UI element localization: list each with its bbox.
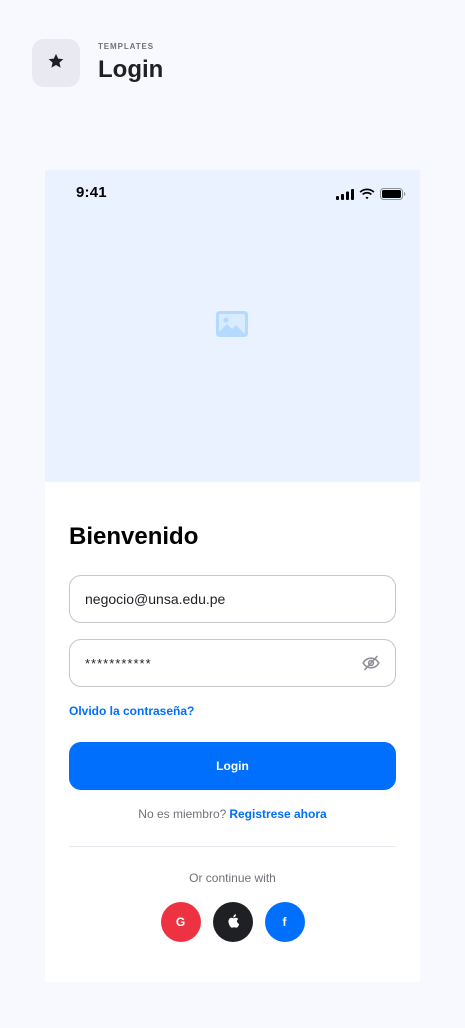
register-prompt-text: No es miembro? — [138, 807, 227, 821]
forgot-password-link[interactable]: Olvido la contraseña? — [69, 703, 194, 719]
wifi-icon — [359, 187, 375, 205]
page-header: TEMPLATES Login — [32, 39, 163, 87]
divider — [69, 846, 396, 847]
status-time: 9:41 — [76, 184, 107, 201]
status-icons — [336, 187, 406, 205]
facebook-login-button[interactable]: f — [264, 902, 305, 942]
header-kicker: TEMPLATES — [98, 42, 154, 51]
header-badge — [32, 39, 80, 87]
google-login-button[interactable]: G — [160, 902, 201, 942]
header-text: TEMPLATES Login — [98, 42, 163, 84]
password-field[interactable] — [85, 655, 362, 671]
image-placeholder-icon — [215, 310, 249, 343]
eye-off-icon[interactable] — [362, 654, 380, 672]
hero-banner: 9:41 — [45, 170, 420, 482]
register-prompt: No es miembro? Registrese ahora — [69, 806, 396, 822]
google-icon: G — [175, 915, 186, 929]
password-field-wrapper — [69, 639, 396, 687]
apple-login-button[interactable] — [212, 902, 253, 942]
facebook-icon: f — [282, 915, 287, 929]
battery-icon — [380, 187, 406, 205]
social-login-buttons: G f — [69, 902, 396, 942]
form-title: Bienvenido — [69, 523, 199, 550]
status-bar: 9:41 — [45, 170, 420, 214]
email-field[interactable] — [85, 591, 380, 607]
phone-frame: 9:41 Bienvenido negocio@unsa.edu.pe ****… — [45, 170, 420, 982]
header-title: Login — [98, 56, 164, 83]
login-button[interactable]: Login — [69, 742, 396, 790]
star-icon — [47, 52, 65, 75]
signal-icon — [336, 187, 354, 205]
email-field-wrapper — [69, 575, 396, 623]
register-link[interactable]: Registrese ahora — [229, 807, 326, 821]
continue-with-text: Or continue with — [189, 871, 276, 885]
apple-icon — [227, 913, 239, 931]
